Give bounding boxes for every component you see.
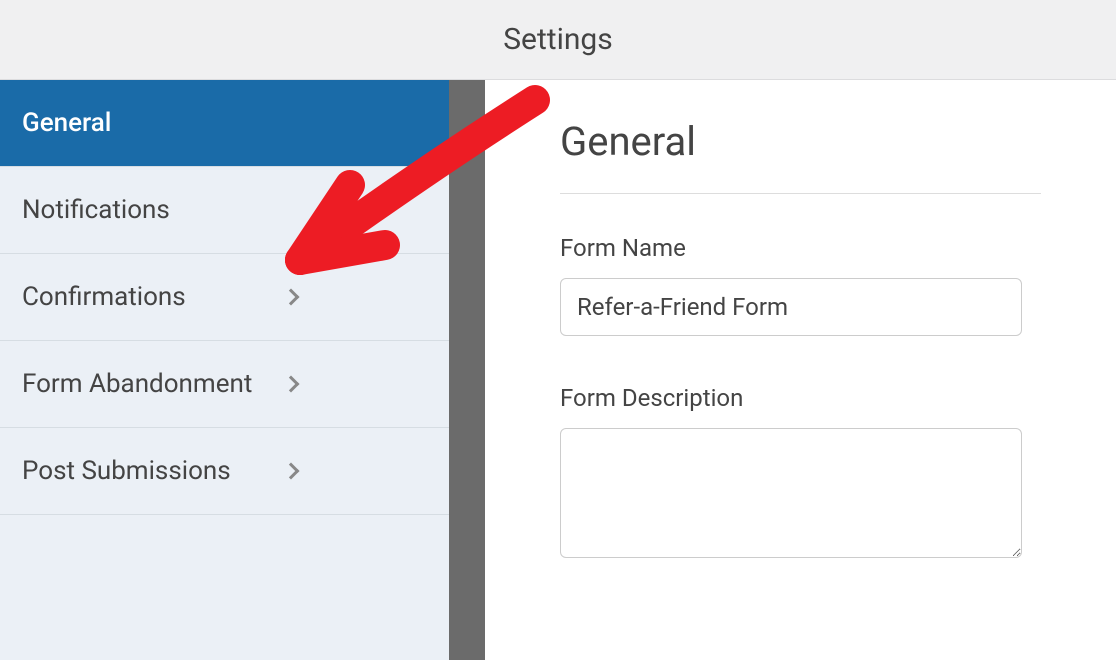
- gutter: [449, 80, 485, 660]
- form-description-label: Form Description: [560, 384, 1041, 412]
- divider: [560, 193, 1041, 194]
- main-panel: General Form Name Form Description: [485, 80, 1116, 660]
- chevron-right-icon: [283, 376, 300, 393]
- sidebar-item-general[interactable]: General: [0, 80, 449, 167]
- form-name-input[interactable]: [560, 278, 1022, 336]
- sidebar-item-label: Form Abandonment: [22, 369, 252, 399]
- header: Settings: [0, 0, 1116, 80]
- sidebar-item-label: General: [22, 108, 111, 138]
- sidebar-item-notifications[interactable]: Notifications: [0, 167, 449, 254]
- form-description-textarea[interactable]: [560, 428, 1022, 558]
- sidebar-item-label: Post Submissions: [22, 456, 231, 486]
- content-area: General Notifications Confirmations Form…: [0, 80, 1116, 660]
- page-title: Settings: [503, 22, 613, 57]
- form-description-group: Form Description: [560, 384, 1041, 562]
- sidebar-item-post-submissions[interactable]: Post Submissions: [0, 428, 449, 515]
- form-name-label: Form Name: [560, 234, 1041, 262]
- sidebar-item-confirmations[interactable]: Confirmations: [0, 254, 449, 341]
- chevron-right-icon: [283, 463, 300, 480]
- settings-sidebar: General Notifications Confirmations Form…: [0, 80, 449, 660]
- section-title: General: [560, 118, 1041, 165]
- sidebar-item-label: Confirmations: [22, 282, 186, 312]
- chevron-right-icon: [283, 289, 300, 306]
- form-name-group: Form Name: [560, 234, 1041, 336]
- sidebar-item-label: Notifications: [22, 195, 170, 225]
- sidebar-item-form-abandonment[interactable]: Form Abandonment: [0, 341, 449, 428]
